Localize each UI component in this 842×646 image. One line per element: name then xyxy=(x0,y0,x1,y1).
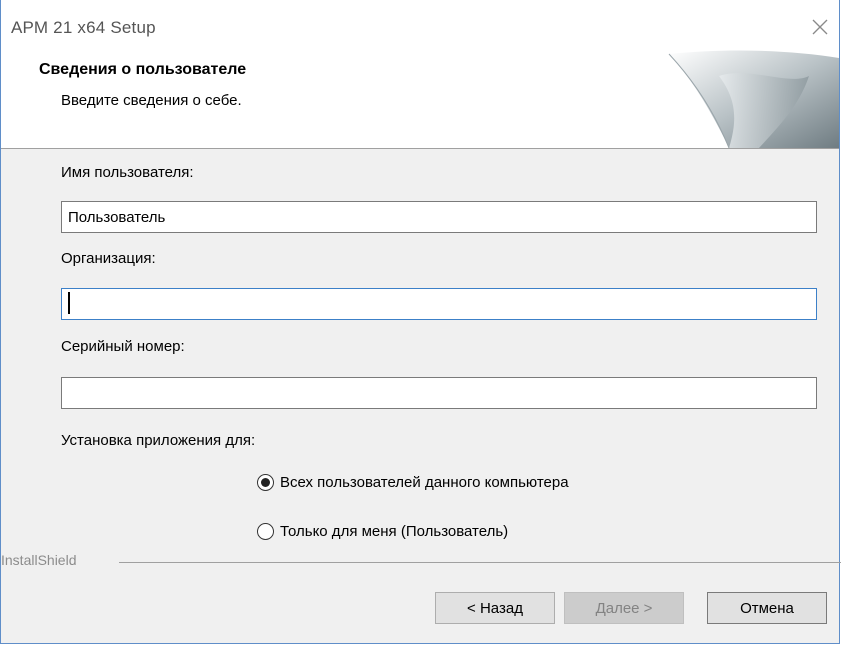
radio-only-me-button[interactable] xyxy=(257,523,274,540)
installshield-brand: InstallShield xyxy=(1,552,77,568)
text-caret xyxy=(68,292,70,314)
close-icon xyxy=(812,19,828,35)
radio-all-users-button[interactable] xyxy=(257,474,274,491)
username-input[interactable] xyxy=(61,201,817,233)
setup-window: АРМ 21 x64 Setup Сведения о пользователе… xyxy=(0,0,841,644)
wizard-header: Сведения о пользователе Введите сведения… xyxy=(1,46,839,149)
organization-label: Организация: xyxy=(61,250,156,267)
window-title: АРМ 21 x64 Setup xyxy=(11,18,156,37)
close-button[interactable] xyxy=(805,12,835,42)
radio-all-users[interactable]: Всех пользователей данного компьютера xyxy=(257,474,569,491)
header-subtitle: Введите сведения о себе. xyxy=(61,92,242,109)
radio-only-me[interactable]: Только для меня (Пользователь) xyxy=(257,523,508,540)
installer-banner-icon xyxy=(668,50,839,148)
radio-only-me-label: Только для меня (Пользователь) xyxy=(280,523,509,540)
radio-all-users-label: Всех пользователей данного компьютера xyxy=(280,474,569,491)
install-for-label: Установка приложения для: xyxy=(61,432,256,449)
serial-label: Серийный номер: xyxy=(61,338,185,355)
username-label: Имя пользователя: xyxy=(61,164,194,181)
cancel-button[interactable]: Отмена xyxy=(707,592,827,624)
footer-divider xyxy=(119,562,841,563)
back-button[interactable]: < Назад xyxy=(435,592,555,624)
organization-input[interactable] xyxy=(61,288,817,320)
header-title: Сведения о пользователе xyxy=(39,61,247,78)
next-button[interactable]: Далее > xyxy=(564,592,684,624)
serial-input[interactable] xyxy=(61,377,817,409)
title-bar[interactable]: АРМ 21 x64 Setup xyxy=(1,0,839,46)
